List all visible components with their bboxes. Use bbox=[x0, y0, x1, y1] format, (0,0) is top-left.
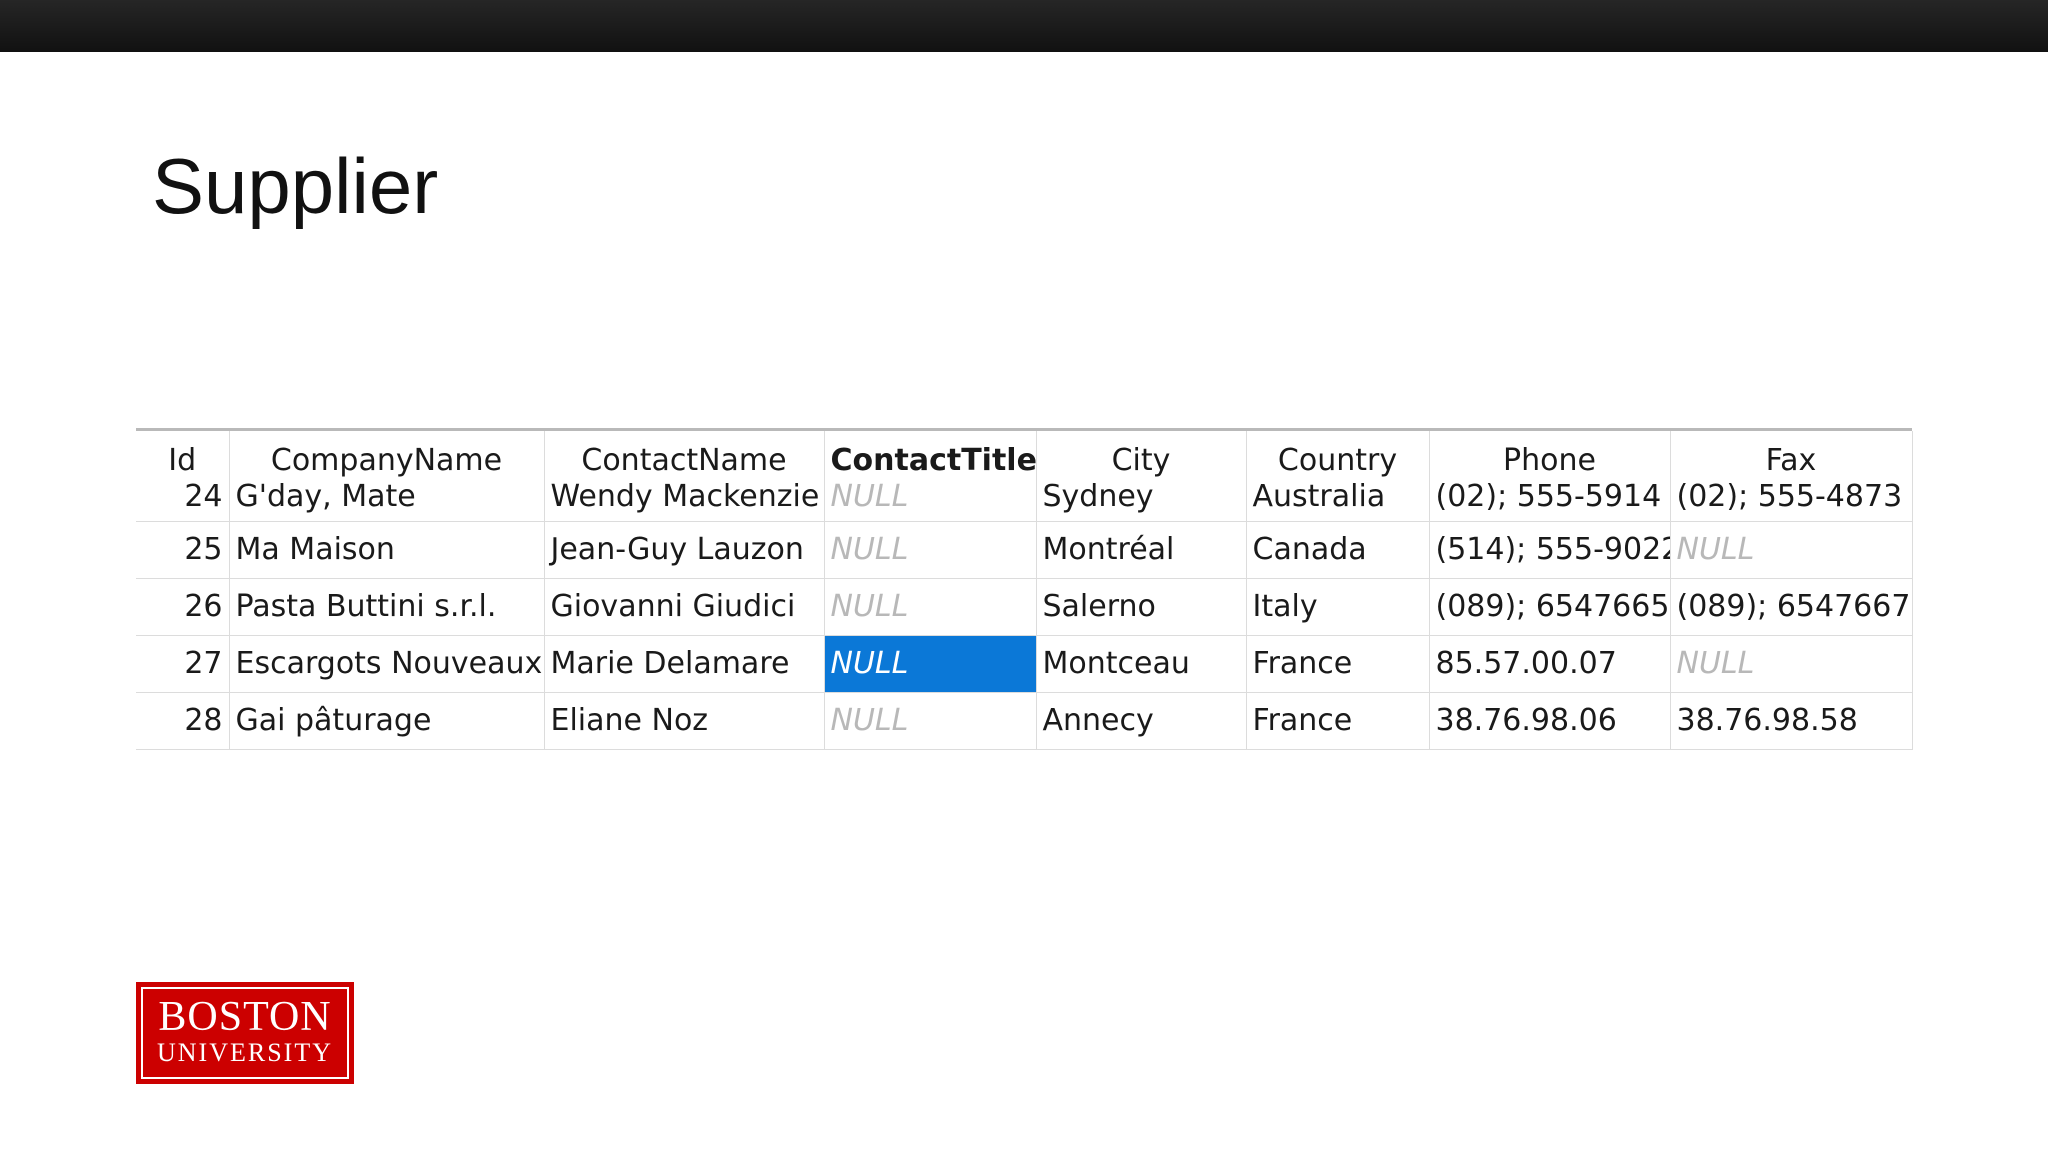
cell-city[interactable]: Sydney bbox=[1036, 479, 1247, 522]
cell-id[interactable]: 28 bbox=[136, 692, 230, 750]
cell-contact-title[interactable]: NULL bbox=[824, 521, 1037, 579]
cell-city[interactable]: Montceau bbox=[1036, 635, 1247, 693]
table-row[interactable]: 28 Gai pâturage Eliane Noz NULL Annecy F… bbox=[136, 692, 1913, 750]
cell-country[interactable]: Italy bbox=[1246, 578, 1430, 636]
cell-company-name[interactable]: Ma Maison bbox=[229, 521, 545, 579]
cell-company-name[interactable]: Gai pâturage bbox=[229, 692, 545, 750]
null-value: NULL bbox=[1676, 532, 1755, 567]
cell-contact-title[interactable]: NULL bbox=[824, 578, 1037, 636]
cell-city[interactable]: Montréal bbox=[1036, 521, 1247, 579]
cell-company-name[interactable]: Pasta Buttini s.r.l. bbox=[229, 578, 545, 636]
cell-phone[interactable]: (514); 555-9022 bbox=[1429, 521, 1671, 579]
cell-country[interactable]: France bbox=[1246, 692, 1430, 750]
column-header-company-name[interactable]: CompanyName bbox=[229, 431, 545, 479]
column-header-contact-name[interactable]: ContactName bbox=[544, 431, 825, 479]
cell-fax[interactable]: (02); 555-4873 bbox=[1670, 479, 1913, 522]
cell-city[interactable]: Salerno bbox=[1036, 578, 1247, 636]
cell-phone[interactable]: 38.76.98.06 bbox=[1429, 692, 1671, 750]
logo-line-boston: BOSTON bbox=[158, 994, 332, 1040]
cell-company-name[interactable]: G'day, Mate bbox=[229, 479, 545, 522]
column-header-city[interactable]: City bbox=[1036, 431, 1247, 479]
cell-country[interactable]: France bbox=[1246, 635, 1430, 693]
data-table: Id CompanyName ContactName ContactTitle … bbox=[136, 431, 1913, 750]
cell-phone[interactable]: (02); 555-5914 bbox=[1429, 479, 1671, 522]
cell-contact-title[interactable]: NULL bbox=[824, 692, 1037, 750]
null-value: NULL bbox=[1676, 646, 1755, 681]
column-header-country[interactable]: Country bbox=[1246, 431, 1430, 479]
table-row[interactable]: 26 Pasta Buttini s.r.l. Giovanni Giudici… bbox=[136, 578, 1913, 636]
table-row[interactable]: 25 Ma Maison Jean-Guy Lauzon NULL Montré… bbox=[136, 521, 1913, 579]
cell-fax[interactable]: NULL bbox=[1670, 521, 1913, 579]
column-header-fax[interactable]: Fax bbox=[1670, 431, 1913, 479]
table-row[interactable]: 24 G'day, Mate Wendy Mackenzie NULL Sydn… bbox=[136, 479, 1913, 522]
cell-contact-name[interactable]: Wendy Mackenzie bbox=[544, 479, 825, 522]
cell-contact-title[interactable]: NULL bbox=[824, 479, 1037, 522]
boston-university-logo: BOSTON UNIVERSITY bbox=[136, 982, 354, 1084]
cell-id[interactable]: 25 bbox=[136, 521, 230, 579]
cell-id[interactable]: 27 bbox=[136, 635, 230, 693]
header-row: Id CompanyName ContactName ContactTitle … bbox=[136, 431, 1913, 479]
cell-contact-name[interactable]: Giovanni Giudici bbox=[544, 578, 825, 636]
cell-fax[interactable]: 38.76.98.58 bbox=[1670, 692, 1913, 750]
logo-line-university: UNIVERSITY bbox=[157, 1038, 333, 1067]
column-header-id[interactable]: Id bbox=[136, 431, 230, 479]
cell-fax[interactable]: NULL bbox=[1670, 635, 1913, 693]
column-header-phone[interactable]: Phone bbox=[1429, 431, 1671, 479]
cell-contact-title-selected[interactable]: NULL bbox=[824, 635, 1037, 693]
cell-country[interactable]: Canada bbox=[1246, 521, 1430, 579]
cell-city[interactable]: Annecy bbox=[1036, 692, 1247, 750]
cell-fax[interactable]: (089); 6547667 bbox=[1670, 578, 1913, 636]
null-value: NULL bbox=[830, 703, 909, 738]
null-value: NULL bbox=[830, 479, 909, 514]
cell-id[interactable]: 26 bbox=[136, 578, 230, 636]
cell-phone[interactable]: 85.57.00.07 bbox=[1429, 635, 1671, 693]
column-header-contact-title[interactable]: ContactTitle bbox=[824, 431, 1037, 479]
top-bar bbox=[0, 0, 2048, 52]
null-value: NULL bbox=[830, 646, 909, 681]
null-value: NULL bbox=[830, 589, 909, 624]
slide-title: Supplier bbox=[152, 142, 439, 230]
table-row[interactable]: 27 Escargots Nouveaux Marie Delamare NUL… bbox=[136, 635, 1913, 693]
cell-contact-name[interactable]: Marie Delamare bbox=[544, 635, 825, 693]
cell-company-name[interactable]: Escargots Nouveaux bbox=[229, 635, 545, 693]
null-value: NULL bbox=[830, 532, 909, 567]
cell-contact-name[interactable]: Eliane Noz bbox=[544, 692, 825, 750]
cell-country[interactable]: Australia bbox=[1246, 479, 1430, 522]
cell-id[interactable]: 24 bbox=[136, 479, 230, 522]
cell-phone[interactable]: (089); 6547665 bbox=[1429, 578, 1671, 636]
results-grid: Id CompanyName ContactName ContactTitle … bbox=[136, 428, 1913, 750]
cell-contact-name[interactable]: Jean-Guy Lauzon bbox=[544, 521, 825, 579]
